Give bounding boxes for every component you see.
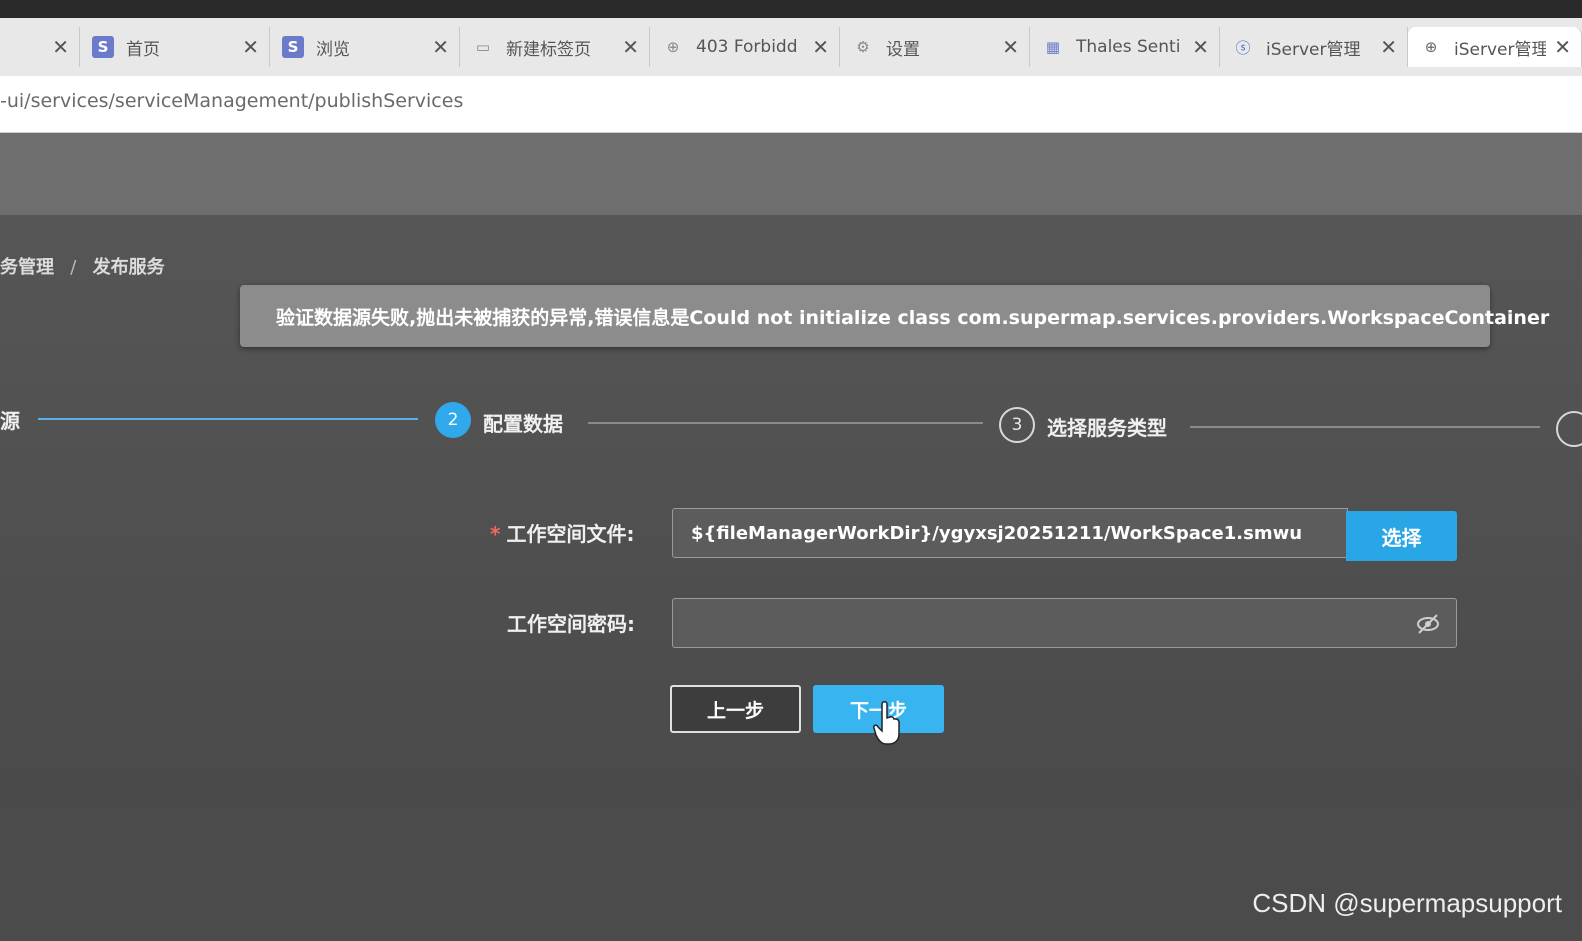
- tab-label: 403 Forbidd: [696, 37, 798, 57]
- tab-label: 浏览: [316, 39, 350, 60]
- address-bar[interactable]: -ui/services/serviceManagement/publishSe…: [0, 76, 1582, 133]
- browser-tab-browse[interactable]: S 浏览 ✕: [270, 27, 460, 67]
- workspace-password-label: 工作空间密码:: [507, 612, 635, 636]
- breadcrumb: 务管理 / 发布服务: [0, 253, 165, 279]
- previous-step-button[interactable]: 上一步: [670, 685, 801, 733]
- step-2-label: 配置数据: [483, 412, 563, 436]
- close-icon[interactable]: ✕: [242, 35, 259, 59]
- required-mark: *: [490, 522, 501, 546]
- close-icon[interactable]: ✕: [1554, 35, 1571, 59]
- step-connector: [1190, 426, 1540, 428]
- eye-hidden-icon[interactable]: [1414, 611, 1442, 637]
- browser-tab-settings[interactable]: ⚙ 设置 ✕: [840, 27, 1030, 67]
- browser-tab-403[interactable]: ⊕ 403 Forbidd ✕: [650, 27, 840, 67]
- watermark: CSDN @supermapsupport: [1252, 888, 1562, 918]
- tab-label: iServer管理: [1266, 39, 1361, 60]
- select-file-button[interactable]: 选择: [1346, 511, 1457, 561]
- tab-label: 首页: [126, 39, 160, 60]
- step-3-label: 选择服务类型: [1047, 416, 1167, 440]
- error-message: 验证数据源失败,抛出未被捕获的异常,错误信息是Could not initial…: [276, 306, 1550, 329]
- step-3-number: 3: [999, 407, 1035, 443]
- step-2-number: 2: [435, 402, 471, 438]
- iserver-logo-icon: ⓢ: [1235, 38, 1251, 57]
- close-icon[interactable]: ✕: [52, 35, 69, 59]
- close-icon[interactable]: ✕: [1192, 35, 1209, 59]
- close-icon[interactable]: ✕: [1380, 35, 1397, 59]
- app-footer-area: [0, 805, 1582, 941]
- error-message-bar: 验证数据源失败,抛出未被捕获的异常,错误信息是Could not initial…: [240, 285, 1549, 347]
- close-icon[interactable]: ✕: [432, 35, 449, 59]
- browser-tab-iserver-active[interactable]: ⊕ iServer管理 ✕: [1408, 27, 1582, 67]
- browser-tab-iserver[interactable]: ⓢ iServer管理 ✕: [1220, 27, 1408, 67]
- step-1-label: 源: [0, 409, 20, 433]
- close-icon[interactable]: ✕: [812, 35, 829, 59]
- tab-label: Thales Senti: [1076, 37, 1181, 57]
- tab-label: 设置: [886, 39, 920, 60]
- browser-tab-thales[interactable]: ▦ Thales Senti ✕: [1030, 27, 1220, 67]
- step-connector: [588, 422, 983, 424]
- breadcrumb-current: 发布服务: [92, 257, 165, 278]
- tab-label: iServer管理: [1454, 39, 1547, 60]
- gear-icon: ⚙: [856, 38, 870, 56]
- breadcrumb-parent[interactable]: 务管理: [0, 257, 54, 278]
- workspace-file-input[interactable]: [672, 508, 1348, 558]
- close-icon[interactable]: ✕: [1002, 35, 1019, 59]
- supermap-logo-icon: S: [282, 36, 304, 58]
- supermap-logo-icon: S: [92, 36, 114, 58]
- workspace-password-input[interactable]: [672, 598, 1457, 648]
- globe-icon: ⊕: [1424, 38, 1438, 56]
- new-tab-icon: ▭: [475, 38, 491, 56]
- app-header: [0, 133, 1582, 215]
- browser-tab-bar: ✕ S 首页 ✕ S 浏览 ✕ ▭ 新建标签页 ✕ ⊕ 403 Forbidd …: [0, 18, 1582, 76]
- url-text[interactable]: -ui/services/serviceManagement/publishSe…: [0, 90, 463, 112]
- browser-tab[interactable]: ✕: [0, 27, 80, 67]
- breadcrumb-separator: /: [70, 257, 77, 278]
- workspace-file-label-text: 工作空间文件:: [506, 522, 635, 546]
- tab-label: 新建标签页: [506, 39, 591, 60]
- thales-logo-icon: ▦: [1045, 38, 1061, 56]
- browser-tab-new[interactable]: ▭ 新建标签页 ✕: [460, 27, 650, 67]
- workspace-file-label: * 工作空间文件:: [490, 518, 634, 547]
- step-connector-done: [38, 418, 418, 420]
- browser-tab-home[interactable]: S 首页 ✕: [80, 27, 270, 67]
- hand-cursor-icon: [873, 701, 900, 745]
- close-icon[interactable]: ✕: [622, 35, 639, 59]
- globe-icon: ⊕: [666, 38, 680, 56]
